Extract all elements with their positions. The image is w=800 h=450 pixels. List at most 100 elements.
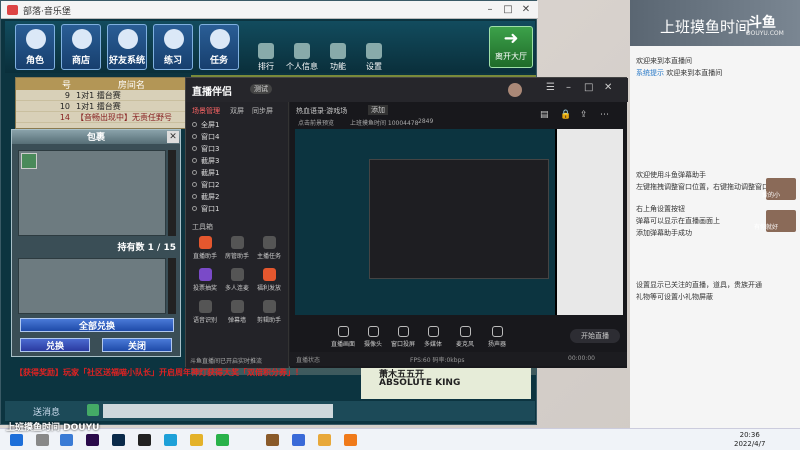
vote-icon	[198, 268, 212, 281]
tool-gift[interactable]: 福利发放	[254, 268, 284, 296]
game-app-icon	[7, 5, 18, 15]
maximize-icon[interactable]: □	[584, 82, 593, 93]
room-row[interactable]: 14 【音畅出现中】无责任野号	[16, 112, 194, 123]
practice-icon	[164, 29, 184, 49]
edge-icon[interactable]	[164, 434, 177, 446]
exchange-button[interactable]: 兑换	[20, 338, 90, 352]
preview-tab[interactable]: 热血语录·游戏场	[296, 106, 347, 116]
player-name[interactable]: 萧木五五开	[361, 367, 531, 380]
tool-vote[interactable]: 投票抽奖	[190, 268, 220, 296]
control-media[interactable]: 多媒体	[416, 326, 450, 348]
douyu-logo: 斗鱼	[748, 15, 776, 31]
scene-item[interactable]: 截屏3	[192, 156, 282, 167]
close-icon[interactable]: ✕	[604, 82, 612, 93]
game-input-bar: 送消息	[5, 401, 535, 421]
tab-dual-screen[interactable]: 双屏	[230, 106, 244, 116]
room-row[interactable]: 9 1对1 擂台赛	[16, 90, 194, 101]
preview-canvas[interactable]	[295, 129, 623, 315]
control-mic[interactable]: 麦克风	[448, 326, 482, 348]
scene-item[interactable]: 截屏1	[192, 168, 282, 179]
minimize-icon[interactable]: –	[483, 4, 497, 16]
store-icon[interactable]	[60, 434, 73, 446]
toolbar-friends-button[interactable]: 好友系统	[107, 24, 147, 70]
search-icon[interactable]	[36, 434, 49, 446]
nested-chat-preview	[557, 129, 623, 315]
character-icon	[26, 29, 46, 49]
exit-lobby-button[interactable]: ➜ 离开大厅	[489, 26, 533, 68]
game-window-title: 部落·音乐堡	[23, 7, 71, 17]
tab-scene-manage[interactable]: 场景管理	[192, 106, 220, 116]
control-speaker[interactable]: 扬声器	[480, 326, 514, 348]
bag-scrollbar-2[interactable]	[168, 258, 176, 314]
companion-badge: 测试	[250, 84, 272, 94]
close-button[interactable]: 关闭	[102, 338, 172, 352]
qq-icon[interactable]	[138, 434, 151, 446]
more-icon[interactable]: ⋯	[600, 110, 609, 120]
control-camera[interactable]: 摄像头	[356, 326, 390, 348]
player-name[interactable]: ABSOLUTE KING	[361, 378, 531, 389]
add-tab[interactable]: 添加	[368, 105, 388, 115]
close-icon[interactable]: ✕	[519, 4, 533, 16]
scene-item[interactable]: 窗口2	[192, 180, 282, 191]
start-live-button[interactable]: 开始直播	[570, 329, 620, 343]
side-label: 有你就好	[754, 224, 779, 231]
layer-icon[interactable]: ▤	[540, 110, 549, 120]
folder-icon[interactable]	[318, 434, 331, 446]
menu-icon[interactable]: ☰	[546, 82, 555, 93]
photoshop-icon[interactable]	[112, 434, 125, 446]
tool-edit[interactable]: 剪辑助手	[254, 300, 284, 328]
scene-item[interactable]: 窗口4	[192, 132, 282, 143]
stream-title: 上班摸鱼时间	[660, 18, 751, 36]
maximize-icon[interactable]: □	[501, 4, 515, 16]
minimize-icon[interactable]: –	[566, 82, 571, 93]
feishu-icon[interactable]	[292, 434, 305, 446]
ranking-button[interactable]: 排行	[249, 43, 283, 71]
scene-item[interactable]: 窗口3	[192, 144, 282, 155]
tool-admin[interactable]: 房管助手	[222, 236, 252, 264]
control-screen[interactable]: 直播画面	[326, 326, 360, 348]
bag-close-icon[interactable]: ✕	[167, 131, 179, 143]
scene-sidebar: 场景管理 双屏 同步屏 全屏1 窗口4 窗口3 截屏3 截屏1 窗口2 截屏2 …	[186, 102, 289, 368]
avatar[interactable]	[508, 83, 522, 97]
game-icon[interactable]	[266, 434, 279, 446]
douyu-icon[interactable]	[344, 434, 357, 446]
bag-item-icon[interactable]	[21, 153, 37, 169]
scene-item[interactable]: 窗口1	[192, 204, 282, 215]
exchange-all-button[interactable]: 全部兑换	[20, 318, 174, 332]
toolbar-character-button[interactable]: 角色	[15, 24, 55, 70]
tool-voice[interactable]: 语音识别	[190, 300, 220, 328]
room-row[interactable]: 10 1对1 擂台赛	[16, 101, 194, 112]
mission-icon	[262, 236, 276, 249]
scene-item[interactable]: 截屏2	[192, 192, 282, 203]
settings-button[interactable]: 设置	[357, 43, 391, 71]
bag-item-grid[interactable]	[18, 150, 166, 236]
windows-start-icon[interactable]	[10, 434, 23, 446]
preview-info: 点击前景预览	[298, 120, 335, 127]
control-window[interactable]: 窗口投屏	[386, 326, 420, 348]
tool-danmaku[interactable]: 弹幕墙	[222, 300, 252, 328]
tool-assistant[interactable]: 直播助手	[190, 236, 220, 264]
chat-banner: 上班摸鱼时间 斗鱼 DOUYU.COM	[630, 0, 800, 46]
toolbar-practice-button[interactable]: 练习	[153, 24, 193, 70]
function-button[interactable]: 功能	[321, 43, 355, 71]
wechat-icon[interactable]	[216, 434, 229, 446]
premiere-icon[interactable]	[86, 434, 99, 446]
chrome-icon[interactable]	[190, 434, 203, 446]
share-icon[interactable]: ⇪	[580, 110, 588, 120]
profile-button[interactable]: 个人信息	[285, 43, 319, 71]
function-icon	[330, 43, 346, 59]
toolbar-task-button[interactable]: 任务	[199, 24, 239, 70]
tab-sync-screen[interactable]: 同步屏	[252, 106, 273, 116]
scene-item[interactable]: 全屏1	[192, 120, 282, 131]
shop-icon	[72, 29, 92, 49]
bag-scrollbar[interactable]	[168, 150, 176, 236]
speaker-icon	[491, 326, 503, 337]
tool-mission[interactable]: 主播任务	[254, 236, 284, 264]
chat-input[interactable]	[103, 404, 333, 418]
companion-logo: 直播伴侣	[192, 87, 232, 98]
system-clock[interactable]: 20:36 2022/4/7	[734, 431, 765, 449]
tool-mic-link[interactable]: 多人连麦	[222, 268, 252, 296]
toolbar-shop-button[interactable]: 商店	[61, 24, 101, 70]
channel-dropdown-icon[interactable]	[87, 404, 99, 416]
lock-icon[interactable]: 🔒	[560, 110, 571, 120]
